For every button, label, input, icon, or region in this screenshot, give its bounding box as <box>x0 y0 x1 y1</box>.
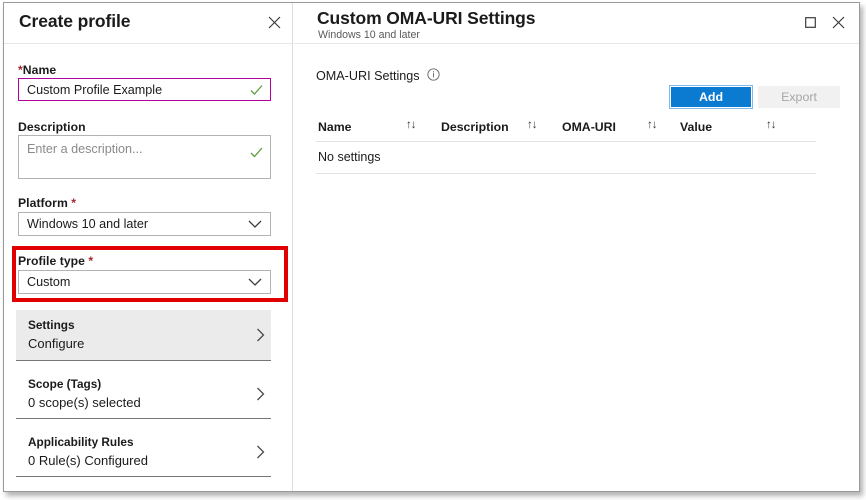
right-panel-subtitle: Windows 10 and later <box>318 29 420 41</box>
sidebar-item-settings-title: Settings <box>28 318 75 332</box>
name-input[interactable]: Custom Profile Example <box>18 78 271 101</box>
close-icon[interactable] <box>263 11 285 33</box>
add-button[interactable]: Add <box>669 85 753 109</box>
chevron-right-icon <box>256 445 265 459</box>
sidebar-item-settings-subtitle: Configure <box>28 336 85 351</box>
profile-type-dropdown-value: Custom <box>27 275 71 289</box>
table-empty-message: No settings <box>318 150 381 164</box>
custom-oma-uri-header: Custom OMA-URI Settings Windows 10 and l… <box>294 3 859 44</box>
chevron-right-icon <box>256 328 265 342</box>
column-header-name: Name <box>318 120 352 134</box>
description-input[interactable]: Enter a description... <box>18 135 271 179</box>
table-header-row: Name ↑↓ Description ↑↓ OMA-URI ↑↓ Value … <box>316 116 816 142</box>
column-header-oma-uri: OMA-URI <box>562 120 616 134</box>
checkmark-icon <box>250 84 263 95</box>
create-profile-blade: Create profile *Name Custom Profile Exam… <box>4 3 293 491</box>
sidebar-item-settings[interactable]: Settings Configure <box>16 310 271 361</box>
sort-updown-icon[interactable]: ↑↓ <box>527 119 537 131</box>
platform-dropdown[interactable]: Windows 10 and later <box>18 212 271 236</box>
chevron-right-icon <box>256 387 265 401</box>
description-placeholder: Enter a description... <box>27 142 143 156</box>
table-empty-row: No settings <box>316 142 816 174</box>
sidebar-item-applicability-rules-subtitle: 0 Rule(s) Configured <box>28 453 148 468</box>
platform-label: Platform * <box>18 196 77 210</box>
profile-type-dropdown[interactable]: Custom <box>18 270 271 294</box>
sidebar-item-applicability-rules[interactable]: Applicability Rules 0 Rule(s) Configured <box>16 427 271 477</box>
platform-required-marker: * <box>71 196 77 210</box>
sort-updown-icon[interactable]: ↑↓ <box>766 119 776 131</box>
screenshot-frame: Create profile *Name Custom Profile Exam… <box>3 2 860 492</box>
sort-updown-icon[interactable]: ↑↓ <box>406 119 416 131</box>
sidebar-item-scope-tags[interactable]: Scope (Tags) 0 scope(s) selected <box>16 369 271 419</box>
create-profile-header: Create profile <box>4 3 292 44</box>
chevron-down-icon <box>248 220 262 229</box>
oma-uri-settings-table: Name ↑↓ Description ↑↓ OMA-URI ↑↓ Value … <box>316 116 816 174</box>
sort-updown-icon[interactable]: ↑↓ <box>647 119 657 131</box>
checkmark-icon <box>250 147 263 158</box>
column-header-value: Value <box>680 120 713 134</box>
sidebar-item-scope-tags-subtitle: 0 scope(s) selected <box>28 395 141 410</box>
page-title: Create profile <box>19 11 131 31</box>
screenshot-root: Create profile *Name Custom Profile Exam… <box>0 0 866 500</box>
platform-dropdown-value: Windows 10 and later <box>27 217 149 231</box>
export-button[interactable]: Export <box>758 86 840 108</box>
maximize-icon[interactable] <box>799 11 821 33</box>
close-icon[interactable] <box>827 11 849 33</box>
description-label: Description <box>18 120 86 134</box>
chevron-down-icon <box>248 278 262 287</box>
info-icon[interactable] <box>427 68 440 81</box>
right-panel-title: Custom OMA-URI Settings <box>317 8 536 28</box>
create-profile-form: *Name Custom Profile Example Description… <box>4 44 292 491</box>
profile-type-required-marker: * <box>88 254 94 268</box>
sidebar-item-applicability-rules-title: Applicability Rules <box>28 435 134 449</box>
oma-uri-settings-label: OMA-URI Settings <box>316 68 440 83</box>
name-input-value: Custom Profile Example <box>27 82 163 97</box>
name-label: *Name <box>18 63 57 77</box>
profile-type-label: Profile type * <box>18 254 94 268</box>
custom-oma-uri-settings-blade: Custom OMA-URI Settings Windows 10 and l… <box>294 3 859 491</box>
sidebar-item-scope-tags-title: Scope (Tags) <box>28 377 102 391</box>
column-header-description: Description <box>441 120 509 134</box>
